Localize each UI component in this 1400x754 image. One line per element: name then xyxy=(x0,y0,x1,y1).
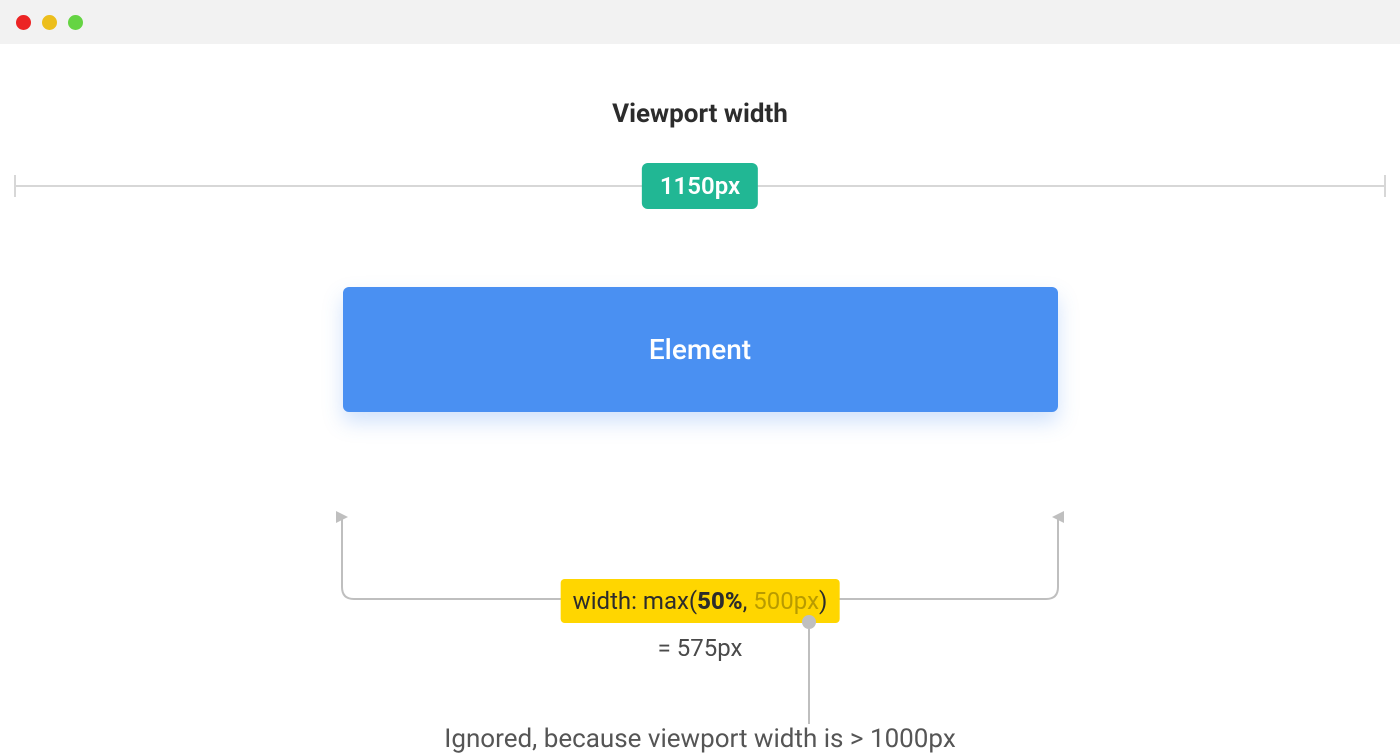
footnote-text: Ignored, because viewport width is > 100… xyxy=(0,724,1400,754)
code-prefix: width: max( xyxy=(573,587,697,615)
code-arg1: 50% xyxy=(697,587,742,615)
viewport-width-badge: 1150px xyxy=(642,163,758,209)
viewport-width-title: Viewport width xyxy=(0,99,1400,129)
code-arg2: 500px xyxy=(753,587,819,615)
pointer-line xyxy=(808,629,810,724)
pointer-dot-icon xyxy=(802,615,816,629)
ruler-cap-right xyxy=(1384,175,1386,197)
traffic-light-zoom-icon[interactable] xyxy=(68,15,83,30)
code-sep: , xyxy=(743,587,754,615)
element-label: Element xyxy=(649,333,751,366)
macos-titlebar xyxy=(0,0,1400,44)
traffic-light-minimize-icon[interactable] xyxy=(42,15,57,30)
traffic-light-close-icon[interactable] xyxy=(16,15,31,30)
css-code-pill: width: max(50%, 500px) xyxy=(561,579,840,623)
diagram-stage: Viewport width 1150px Element width: max… xyxy=(0,99,1400,412)
code-suffix: ) xyxy=(819,587,827,615)
ruler-cap-left xyxy=(14,175,16,197)
element-box: Element xyxy=(343,287,1058,412)
viewport-ruler: 1150px xyxy=(0,167,1400,207)
computed-result: = 575px xyxy=(658,634,743,662)
